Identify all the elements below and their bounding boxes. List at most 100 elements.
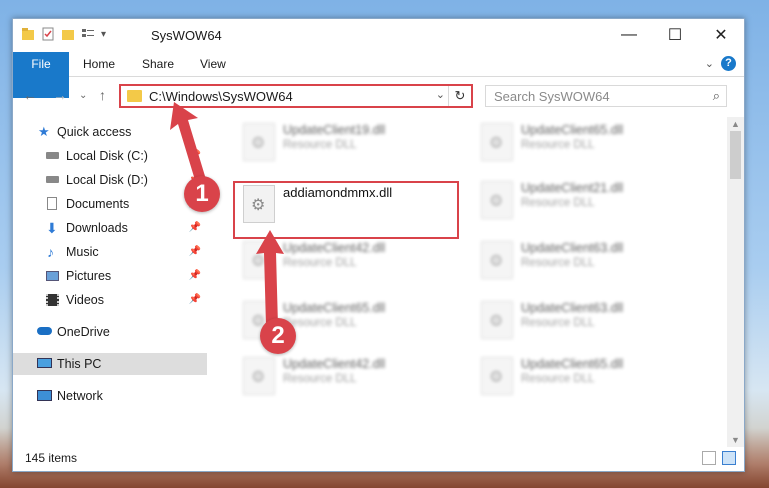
forward-arrow-icon[interactable]: → <box>53 87 67 103</box>
file-item[interactable]: UpdateClient65.dll Resource DLL <box>475 353 695 399</box>
sidebar-item-videos[interactable]: Videos 📌 <box>13 289 207 311</box>
file-item[interactable]: UpdateClient65.dll Resource DLL <box>475 119 695 165</box>
navigation-bar: ← → ⌄ ↑ C:\Windows\SysWOW64 ⌄ ↻ Search S… <box>13 81 744 111</box>
file-type: Resource DLL <box>521 257 595 269</box>
sidebar-item-this-pc[interactable]: This PC <box>13 353 207 375</box>
file-item[interactable]: UpdateClient63.dll Resource DLL <box>475 237 695 283</box>
dll-file-icon <box>481 181 513 219</box>
file-name: UpdateClient21.dll <box>521 181 624 195</box>
network-icon <box>37 390 52 401</box>
properties-icon[interactable] <box>41 27 55 41</box>
expand-ribbon-icon[interactable]: ⌄ <box>705 57 714 70</box>
sidebar-item-label: Videos <box>66 293 104 307</box>
dll-file-icon <box>481 357 513 395</box>
folder-icon <box>127 90 142 102</box>
scrollbar-thumb[interactable] <box>730 131 741 179</box>
ribbon-tabs: File Home Share View ⌄ ? <box>13 52 744 98</box>
file-type: Resource DLL <box>283 373 357 385</box>
back-arrow-icon[interactable]: ← <box>23 87 37 103</box>
pin-icon[interactable]: 📌 <box>189 217 201 239</box>
file-type: Resource DLL <box>521 139 595 151</box>
help-icon[interactable]: ? <box>721 56 736 71</box>
dll-file-icon <box>481 123 513 161</box>
videos-icon <box>46 294 59 306</box>
large-icons-view-icon[interactable] <box>722 451 736 465</box>
sidebar-item-label: Documents <box>66 197 130 211</box>
vertical-scrollbar[interactable]: ▲ ▼ <box>727 117 744 447</box>
search-placeholder: Search SysWOW64 <box>494 89 610 104</box>
folder-icon[interactable] <box>21 27 35 41</box>
pin-icon[interactable]: 📌 <box>189 241 201 263</box>
file-explorer-window: ▾ SysWOW64 — ☐ ✕ File Home Share View ⌄ … <box>12 18 745 472</box>
computer-icon <box>37 358 52 368</box>
close-button[interactable]: ✕ <box>698 19 744 51</box>
search-icon[interactable]: ⌕ <box>713 88 720 104</box>
recent-locations-icon[interactable]: ⌄ <box>79 90 87 101</box>
file-name: UpdateClient63.dll <box>521 301 624 315</box>
address-dropdown-icon[interactable]: ⌄ <box>436 88 445 101</box>
pin-icon[interactable]: 📌 <box>189 289 201 311</box>
file-item[interactable]: UpdateClient19.dll Resource DLL <box>237 119 457 165</box>
file-name: UpdateClient42.dll <box>283 357 386 371</box>
quick-access-toolbar: ▾ <box>21 27 106 41</box>
file-name: UpdateClient65.dll <box>283 301 386 315</box>
status-bar: 145 items <box>13 447 744 471</box>
step-badge-1: 1 <box>184 176 220 212</box>
scroll-down-icon[interactable]: ▼ <box>731 435 740 445</box>
file-item[interactable]: UpdateClient21.dll Resource DLL <box>475 177 695 223</box>
star-icon: ★ <box>38 124 50 139</box>
customize-toolbar-icon[interactable] <box>81 27 95 41</box>
file-name: UpdateClient42.dll <box>283 241 386 255</box>
window-controls: — ☐ ✕ <box>606 19 744 51</box>
tab-share[interactable]: Share <box>142 52 174 76</box>
file-type: Resource DLL <box>521 317 595 329</box>
sidebar-item-label: Local Disk (D:) <box>66 173 148 187</box>
pictures-icon <box>46 271 59 281</box>
sidebar-item-label: Local Disk (C:) <box>66 149 148 163</box>
qat-dropdown-icon[interactable]: ▾ <box>101 29 106 40</box>
file-list: UpdateClient19.dll Resource DLL UpdateCl… <box>221 117 725 447</box>
maximize-button[interactable]: ☐ <box>652 19 698 51</box>
sidebar-item-music[interactable]: ♪ Music 📌 <box>13 241 207 263</box>
downloads-icon: ⬇ <box>46 220 58 236</box>
minimize-button[interactable]: — <box>606 19 652 51</box>
title-bar: ▾ SysWOW64 — ☐ ✕ <box>13 19 744 51</box>
file-name: UpdateClient65.dll <box>521 357 624 371</box>
file-type: Resource DLL <box>521 373 595 385</box>
file-name: UpdateClient65.dll <box>521 123 624 137</box>
sidebar-item-label: Downloads <box>66 221 128 235</box>
sidebar-item-label: Music <box>66 245 99 259</box>
dll-file-icon <box>481 241 513 279</box>
drive-icon <box>46 152 59 159</box>
sidebar-item-network[interactable]: Network <box>13 385 207 407</box>
dll-file-icon <box>243 123 275 161</box>
file-name: UpdateClient19.dll <box>283 123 386 137</box>
search-input[interactable]: Search SysWOW64 ⌕ <box>485 85 727 107</box>
cloud-icon <box>37 327 52 335</box>
refresh-icon[interactable]: ↻ <box>448 86 471 106</box>
new-folder-icon[interactable] <box>61 27 75 41</box>
tab-view[interactable]: View <box>200 52 226 76</box>
file-item[interactable]: UpdateClient63.dll Resource DLL <box>475 297 695 343</box>
music-icon: ♪ <box>47 244 54 260</box>
scroll-up-icon[interactable]: ▲ <box>731 119 740 129</box>
file-item[interactable]: UpdateClient42.dll Resource DLL <box>237 353 457 399</box>
tab-home[interactable]: Home <box>83 52 115 76</box>
pin-icon[interactable]: 📌 <box>189 265 201 287</box>
sidebar-item-label: Network <box>57 389 103 403</box>
step-badge-2: 2 <box>260 318 296 354</box>
annotation-arrow-2 <box>256 230 284 326</box>
file-type: Resource DLL <box>521 197 595 209</box>
sidebar-item-downloads[interactable]: ⬇ Downloads 📌 <box>13 217 207 239</box>
sidebar-item-onedrive[interactable]: OneDrive <box>13 321 207 343</box>
sidebar-item-label: Pictures <box>66 269 112 283</box>
view-switcher <box>702 451 736 465</box>
up-arrow-icon[interactable]: ↑ <box>99 87 106 103</box>
drive-icon <box>46 176 59 183</box>
file-name: UpdateClient63.dll <box>521 241 624 255</box>
sidebar-item-documents[interactable]: Documents 📌 <box>13 193 207 215</box>
documents-icon <box>47 197 57 210</box>
sidebar-item-pictures[interactable]: Pictures 📌 <box>13 265 207 287</box>
dll-file-icon <box>481 301 513 339</box>
details-view-icon[interactable] <box>702 451 716 465</box>
